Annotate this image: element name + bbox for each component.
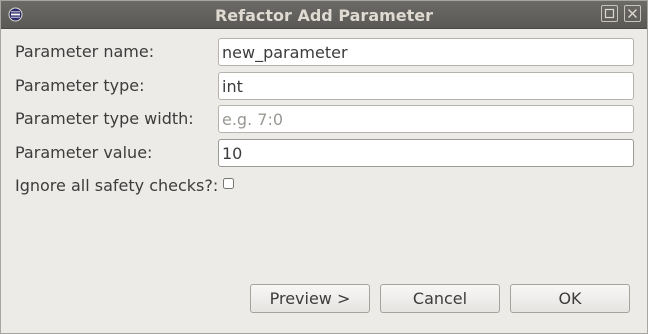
maximize-icon: [604, 8, 615, 19]
parameter-type-width-row: Parameter type width:: [15, 105, 635, 133]
ignore-safety-checks-checkbox[interactable]: [223, 178, 234, 189]
parameter-name-input[interactable]: [218, 38, 634, 66]
close-button[interactable]: [624, 5, 641, 22]
close-icon: [628, 9, 637, 18]
parameter-name-row: Parameter name:: [15, 38, 635, 66]
cancel-button[interactable]: Cancel: [380, 284, 500, 313]
preview-button[interactable]: Preview >: [250, 284, 370, 313]
parameter-value-row: Parameter value:: [15, 139, 635, 167]
parameter-type-label: Parameter type:: [15, 76, 145, 95]
parameter-value-label: Parameter value:: [15, 143, 153, 162]
window-title: Refactor Add Parameter: [214, 6, 434, 25]
ignore-safety-checks-row: Ignore all safety checks?:: [15, 172, 635, 200]
parameter-type-row: Parameter type:: [15, 72, 635, 100]
parameter-value-input[interactable]: [218, 139, 634, 167]
refactor-add-parameter-dialog: Refactor Add Parameter Parameter name: P…: [0, 0, 648, 334]
maximize-button[interactable]: [601, 5, 618, 22]
ignore-safety-checks-label: Ignore all safety checks?:: [15, 176, 219, 195]
parameter-type-width-label: Parameter type width:: [15, 109, 194, 128]
title-bar[interactable]: Refactor Add Parameter: [1, 1, 647, 29]
parameter-name-label: Parameter name:: [15, 42, 155, 61]
parameter-type-width-input[interactable]: [218, 105, 634, 133]
parameter-type-input[interactable]: [218, 72, 634, 100]
ok-button[interactable]: OK: [510, 284, 630, 313]
